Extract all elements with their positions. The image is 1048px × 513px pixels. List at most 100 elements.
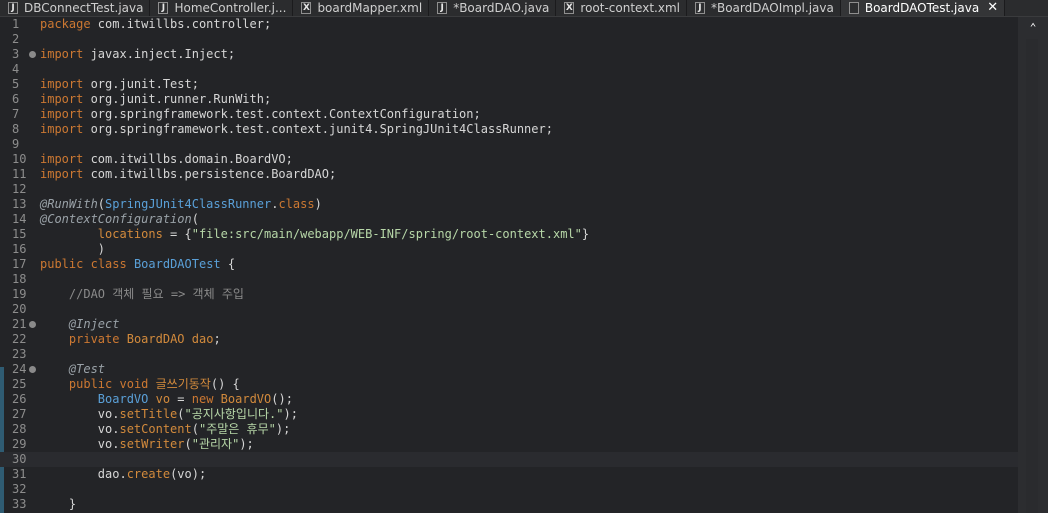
code-editor[interactable]: 1 package com.itwillbs.controller; 2 3 impor…	[0, 17, 1048, 513]
code-lines[interactable]: 1 package com.itwillbs.controller; 2 3 impor…	[0, 17, 1018, 512]
code-line[interactable]: 1 package com.itwillbs.controller;	[0, 17, 1018, 32]
line-number: 33	[12, 497, 27, 511]
code-line[interactable]: 18	[0, 272, 1018, 287]
java-file-icon: J	[8, 2, 18, 14]
code-line[interactable]: 16 )	[0, 242, 1018, 257]
line-number: 4	[12, 62, 20, 76]
code-line[interactable]: 25 public void 글쓰기동작() {	[0, 377, 1018, 392]
code-line[interactable]: 20	[0, 302, 1018, 317]
code-text: @Test	[68, 362, 106, 376]
code-text: import javax.inject.Inject;	[40, 47, 236, 61]
code-line[interactable]: 9	[0, 137, 1018, 152]
line-number: 31	[12, 467, 27, 481]
tab-label: boardMapper.xml	[317, 1, 423, 15]
tab-label: BoardDAOTest.java	[864, 1, 980, 15]
tab-label: DBConnectTest.java	[24, 1, 144, 15]
tab-label: *BoardDAO.java	[453, 1, 550, 15]
tab-label: *BoardDAOImpl.java	[710, 1, 834, 15]
tab-0[interactable]: J DBConnectTest.java	[0, 0, 151, 16]
line-number: 22	[12, 332, 27, 346]
fold-toggle-icon[interactable]	[29, 51, 36, 58]
line-number: 32	[12, 482, 27, 496]
java-file-icon: J	[437, 2, 448, 14]
scroll-up-icon[interactable]: ⌃	[1027, 22, 1039, 33]
java-file-icon: J	[158, 2, 169, 14]
code-line[interactable]: 7 import org.springframework.test.context…	[0, 107, 1018, 122]
line-number: 17	[12, 257, 27, 271]
line-number: 24	[12, 362, 27, 376]
code-text: import com.itwillbs.domain.BoardVO;	[40, 152, 293, 166]
xml-file-icon: X	[564, 2, 575, 14]
line-number: 29	[12, 437, 27, 451]
line-number: 9	[12, 137, 20, 151]
code-text: package com.itwillbs.controller;	[40, 17, 272, 31]
line-number: 19	[12, 287, 27, 301]
code-line[interactable]: 26 BoardVO vo = new BoardVO();	[0, 392, 1018, 407]
code-text: vo.setContent("주말은 휴무");	[40, 422, 291, 436]
code-line[interactable]: 33 }	[0, 497, 1018, 512]
code-line[interactable]: 6 import org.junit.runner.RunWith;	[0, 92, 1018, 107]
line-number: 2	[12, 32, 20, 46]
line-number: 5	[12, 77, 20, 91]
line-number: 16	[12, 242, 27, 256]
line-number: 27	[12, 407, 27, 421]
code-text: locations = {"file:src/main/webapp/WEB-I…	[97, 227, 590, 241]
code-line[interactable]: 17 public class BoardDAOTest {	[0, 257, 1018, 272]
fold-toggle-icon[interactable]	[29, 366, 36, 373]
tab-label: HomeController.j...	[174, 1, 287, 15]
tab-6[interactable]: BoardDAOTest.java ✕	[840, 0, 1006, 16]
code-text: import org.springframework.test.context.…	[40, 107, 481, 121]
line-number: 13	[12, 197, 27, 211]
code-line[interactable]: 8 import org.springframework.test.context…	[0, 122, 1018, 137]
code-line[interactable]: 2	[0, 32, 1018, 47]
code-line[interactable]: 29 vo.setWriter("관리자");	[0, 437, 1018, 452]
code-line[interactable]: 13 @RunWith(SpringJUnit4ClassRunner.class…	[0, 197, 1018, 212]
code-text: dao.create(vo);	[40, 467, 207, 481]
code-line[interactable]: 19 //DAO 객체 필요 => 객체 주입	[0, 287, 1018, 302]
line-number: 23	[12, 347, 27, 361]
code-text: import com.itwillbs.persistence.BoardDAO…	[40, 167, 337, 181]
vertical-scrollbar[interactable]: ⌃	[1018, 17, 1048, 513]
code-line[interactable]: 11 import com.itwillbs.persistence.BoardD…	[0, 167, 1018, 182]
line-number: 12	[12, 182, 27, 196]
code-line[interactable]: 15 locations = {"file:src/main/webapp/WE…	[0, 227, 1018, 242]
line-number: 3	[12, 47, 20, 61]
line-number: 21	[12, 317, 27, 331]
scrollbar-thumb[interactable]	[1026, 39, 1038, 513]
code-line[interactable]: 14 @ContextConfiguration(	[0, 212, 1018, 227]
code-text: import org.junit.runner.RunWith;	[40, 92, 272, 106]
line-number: 15	[12, 227, 27, 241]
code-line[interactable]: 4	[0, 62, 1018, 77]
tab-5[interactable]: J *BoardDAOImpl.java	[687, 0, 841, 16]
code-line[interactable]: 32	[0, 482, 1018, 497]
code-line[interactable]: 30	[0, 452, 1018, 467]
tab-2[interactable]: XboardMapper.xml	[293, 0, 430, 16]
code-line[interactable]: 12	[0, 182, 1018, 197]
tab-4[interactable]: Xroot-context.xml	[556, 0, 687, 16]
line-number: 10	[12, 152, 27, 166]
code-line[interactable]: 27 vo.setTitle("공지사항입니다.");	[0, 407, 1018, 422]
code-line[interactable]: 10 import com.itwillbs.domain.BoardVO;	[0, 152, 1018, 167]
code-text: public class BoardDAOTest {	[40, 257, 236, 271]
code-line[interactable]: 28 vo.setContent("주말은 휴무");	[0, 422, 1018, 437]
code-text: public void 글쓰기동작() {	[68, 377, 240, 391]
tab-1[interactable]: J HomeController.j...	[150, 0, 294, 16]
line-number: 6	[12, 92, 20, 106]
code-line[interactable]: 22 private BoardDAO dao;	[0, 332, 1018, 347]
code-line[interactable]: 5 import org.junit.Test;	[0, 77, 1018, 92]
line-number: 28	[12, 422, 27, 436]
line-number: 18	[12, 272, 27, 286]
code-line[interactable]: 31 dao.create(vo);	[0, 467, 1018, 482]
code-text: )	[40, 242, 106, 256]
close-tab-icon[interactable]: ✕	[987, 1, 998, 14]
code-line[interactable]: 21 @Inject	[0, 317, 1018, 332]
code-text: @RunWith(SpringJUnit4ClassRunner.class)	[40, 197, 322, 211]
java-file-icon	[848, 2, 859, 14]
editor-tab-bar: J DBConnectTest.java J HomeController.j... X…	[0, 0, 1048, 17]
tab-3[interactable]: J *BoardDAO.java	[429, 0, 557, 16]
fold-toggle-icon[interactable]	[29, 321, 36, 328]
code-line[interactable]: 24 @Test	[0, 362, 1018, 377]
code-line[interactable]: 23	[0, 347, 1018, 362]
code-text: BoardVO vo = new BoardVO();	[97, 392, 293, 406]
code-line[interactable]: 3 import javax.inject.Inject;	[0, 47, 1018, 62]
